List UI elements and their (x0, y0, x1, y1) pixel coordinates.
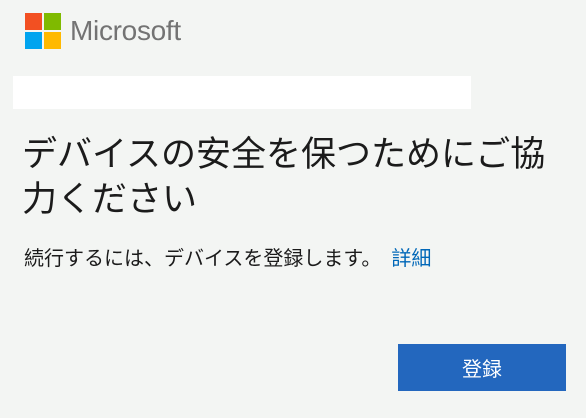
logo-square-blue (25, 32, 42, 49)
microsoft-four-squares-icon (25, 13, 61, 49)
register-button[interactable]: 登録 (398, 344, 566, 391)
page-title: デバイスの安全を保つためにご協力ください (22, 135, 546, 220)
description-text: 続行するには、デバイスを登録します。 詳細 (24, 244, 431, 272)
logo-square-yellow (44, 32, 61, 49)
description-label: 続行するには、デバイスを登録します。 (24, 246, 382, 270)
logo-square-green (44, 13, 61, 30)
details-link[interactable]: 詳細 (391, 246, 431, 270)
microsoft-logo: Microsoft (25, 13, 181, 49)
account-identifier-bar (13, 76, 471, 109)
brand-name: Microsoft (70, 15, 181, 46)
logo-square-red (25, 13, 42, 30)
